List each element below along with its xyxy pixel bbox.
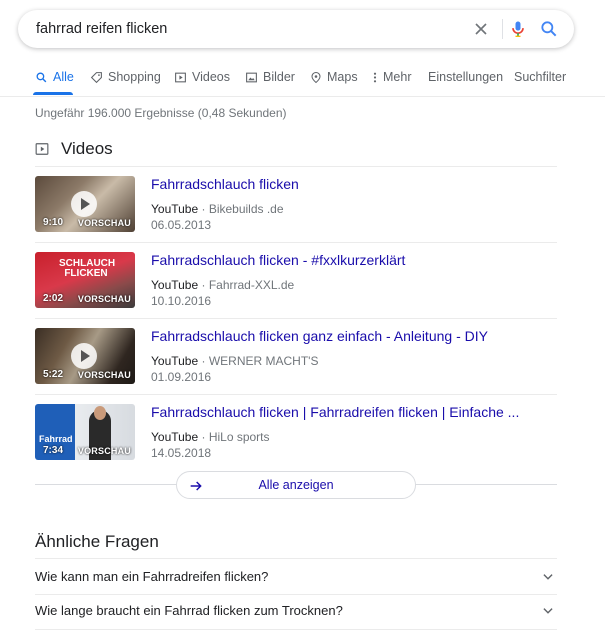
video-result[interactable]: Fahrrad 7:34 VORSCHAU Fahrradschlauch fl… <box>35 404 557 474</box>
play-icon <box>71 191 97 217</box>
microphone-icon[interactable] <box>508 19 528 39</box>
thumbnail-overlay-text: SCHLAUCH FLICKEN <box>59 258 116 279</box>
divider <box>35 558 557 559</box>
video-duration: 9:10 <box>43 217 64 228</box>
video-source: YouTube · HiLo sports <box>151 430 270 444</box>
divider <box>35 394 557 395</box>
search-input[interactable] <box>36 10 456 48</box>
video-channel: · Bikebuilds .de <box>198 202 284 216</box>
divider <box>35 629 557 630</box>
more-vert-icon <box>373 72 377 83</box>
map-pin-icon <box>311 71 321 84</box>
video-icon <box>35 143 49 155</box>
video-source: YouTube · Fahrrad-XXL.de <box>151 278 294 292</box>
preview-label: VORSCHAU <box>77 370 131 380</box>
video-date: 14.05.2018 <box>151 446 212 460</box>
video-title-link[interactable]: Fahrradschlauch flicken - #fxxlkurzerklä… <box>151 252 405 268</box>
tab-tools[interactable]: Suchfilter <box>514 70 566 96</box>
tab-settings[interactable]: Einstellungen <box>428 70 503 96</box>
videos-heading: Videos <box>61 139 113 158</box>
image-icon <box>246 72 257 83</box>
tab-label: Bilder <box>263 70 295 84</box>
video-result[interactable]: SCHLAUCH FLICKEN 2:02 VORSCHAU Fahrradsc… <box>35 252 557 322</box>
thumbnail-overlay-text: Fahrrad <box>39 434 73 444</box>
video-result[interactable]: 9:10 VORSCHAU Fahrradschlauch flicken Yo… <box>35 176 557 246</box>
search-icon[interactable] <box>539 19 559 39</box>
video-duration: 2:02 <box>43 293 64 304</box>
question-text: Wie lange braucht ein Fahrrad flicken zu… <box>35 603 343 618</box>
video-title-link[interactable]: Fahrradschlauch flicken ganz einfach - A… <box>151 328 488 344</box>
video-source: YouTube · Bikebuilds .de <box>151 202 284 216</box>
video-date: 10.10.2016 <box>151 294 212 308</box>
tab-images[interactable]: Bilder <box>245 70 295 96</box>
preview-label: VORSCHAU <box>77 294 131 304</box>
video-duration: 5:22 <box>43 369 64 380</box>
tab-videos[interactable]: Videos <box>174 70 230 96</box>
video-thumbnail[interactable]: Fahrrad 7:34 VORSCHAU <box>35 404 135 460</box>
result-stats: Ungefähr 196.000 Ergebnisse (0,48 Sekund… <box>35 106 287 120</box>
thumbnail-person-head <box>94 406 106 420</box>
video-title-link[interactable]: Fahrradschlauch flicken | Fahrradreifen … <box>151 404 519 420</box>
tabs-divider <box>0 96 605 97</box>
video-platform: YouTube <box>151 202 199 216</box>
video-duration: 7:34 <box>43 445 64 456</box>
video-platform: YouTube <box>151 430 199 444</box>
preview-label: VORSCHAU <box>77 218 131 228</box>
divider <box>35 318 557 319</box>
tab-label: Maps <box>327 70 358 84</box>
tab-label: Einstellungen <box>428 70 504 84</box>
chevron-down-icon <box>543 608 553 614</box>
divider <box>35 242 557 243</box>
clear-icon[interactable] <box>471 19 491 39</box>
tab-more[interactable]: Mehr <box>372 70 411 96</box>
tab-label: Suchfilter <box>514 70 567 84</box>
videos-section-header: Videos <box>35 138 113 160</box>
tab-shopping[interactable]: Shopping <box>90 70 161 96</box>
tab-label: Shopping <box>108 70 161 84</box>
video-platform: YouTube <box>151 354 199 368</box>
tab-label: Videos <box>192 70 230 84</box>
video-result[interactable]: 5:22 VORSCHAU Fahrradschlauch flicken ga… <box>35 328 557 398</box>
video-date: 01.09.2016 <box>151 370 212 384</box>
video-channel: · WERNER MACHT'S <box>198 354 319 368</box>
preview-label: VORSCHAU <box>77 446 131 456</box>
play-icon <box>71 343 97 369</box>
video-thumbnail[interactable]: SCHLAUCH FLICKEN 2:02 VORSCHAU <box>35 252 135 308</box>
tag-icon <box>90 72 102 84</box>
related-question[interactable]: Wie lange braucht ein Fahrrad flicken zu… <box>35 594 557 628</box>
show-all-label: Alle anzeigen <box>258 478 334 492</box>
tab-label: Alle <box>53 70 74 84</box>
video-thumbnail[interactable]: 9:10 VORSCHAU <box>35 176 135 232</box>
question-text: Wie kann man ein Fahrradreifen flicken? <box>35 569 269 584</box>
search-icon <box>36 72 47 83</box>
related-questions-heading: Ähnliche Fragen <box>35 532 159 551</box>
video-channel: · Fahrrad-XXL.de <box>198 278 295 292</box>
search-tabs: Alle Shopping Videos Bilder Maps Mehr Ei… <box>0 62 605 96</box>
video-source: YouTube · WERNER MACHT'S <box>151 354 318 368</box>
search-box[interactable] <box>18 10 574 48</box>
show-all-videos-button[interactable]: Alle anzeigen <box>176 471 416 499</box>
video-icon <box>175 72 186 83</box>
related-question[interactable]: Wie kann man ein Fahrradreifen flicken? <box>35 560 557 594</box>
video-title-link[interactable]: Fahrradschlauch flicken <box>151 176 299 192</box>
searchbar-divider <box>502 19 503 39</box>
active-tab-indicator <box>33 92 73 95</box>
video-thumbnail[interactable]: 5:22 VORSCHAU <box>35 328 135 384</box>
tab-label: Mehr <box>383 70 412 84</box>
chevron-down-icon <box>543 574 553 580</box>
video-platform: YouTube <box>151 278 199 292</box>
divider <box>35 166 557 167</box>
tab-maps[interactable]: Maps <box>310 70 358 96</box>
video-channel: · HiLo sports <box>198 430 270 444</box>
video-date: 06.05.2013 <box>151 218 212 232</box>
